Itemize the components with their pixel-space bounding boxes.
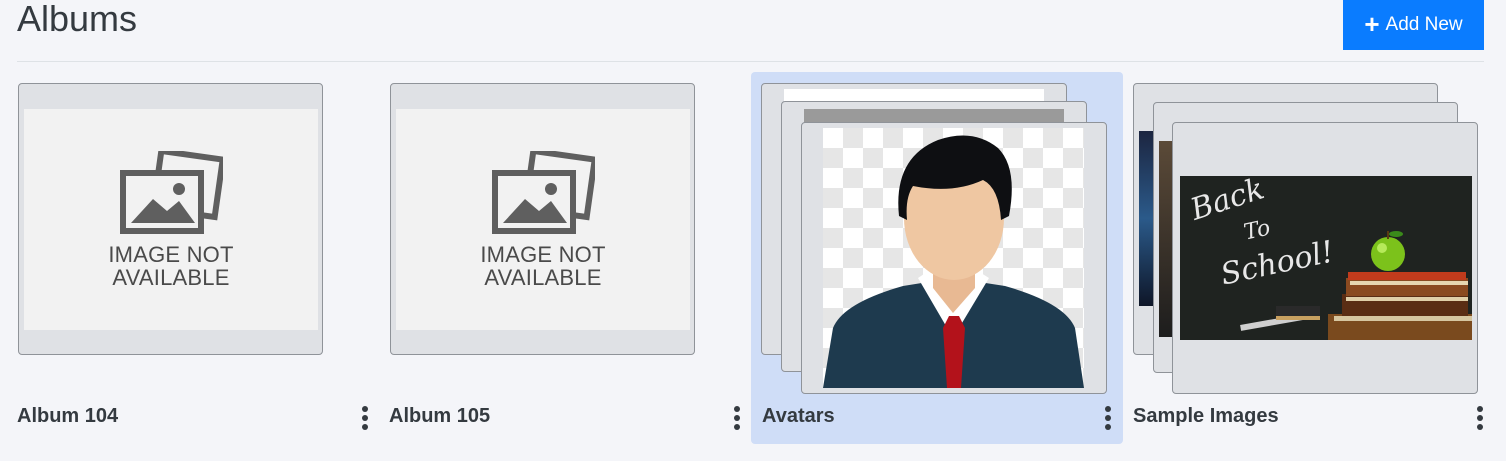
album-cover[interactable]: IMAGE NOT AVAILABLE: [18, 83, 323, 355]
image-not-available-placeholder: IMAGE NOT AVAILABLE: [24, 109, 318, 330]
picture-icon: [120, 150, 223, 234]
back-to-school-image: Back To School!: [1180, 176, 1472, 340]
more-options-icon[interactable]: [1103, 406, 1113, 430]
plus-icon: +: [1364, 9, 1380, 39]
album-name[interactable]: Album 104: [17, 405, 118, 428]
avatar-image: [823, 128, 1084, 388]
more-options-icon[interactable]: [360, 406, 370, 430]
album-name[interactable]: Sample Images: [1133, 405, 1279, 428]
add-new-label: Add New: [1385, 14, 1463, 35]
album-name[interactable]: Album 105: [389, 405, 490, 428]
more-options-icon[interactable]: [1475, 406, 1485, 430]
books-and-apple-icon: [1240, 231, 1472, 340]
picture-icon: [492, 150, 595, 234]
placeholder-text: IMAGE NOT AVAILABLE: [480, 241, 606, 290]
album-name[interactable]: Avatars: [762, 405, 835, 428]
header-divider: [17, 61, 1484, 62]
add-new-button[interactable]: + Add New: [1343, 0, 1484, 50]
image-not-available-placeholder: IMAGE NOT AVAILABLE: [396, 109, 690, 330]
album-card-104[interactable]: IMAGE NOT AVAILABLE Album 104: [17, 72, 389, 444]
person-avatar-icon: [823, 135, 1084, 388]
album-card-sample-images[interactable]: Back To School! Sample Images: [1133, 72, 1505, 444]
album-card-105[interactable]: IMAGE NOT AVAILABLE Album 105: [389, 72, 761, 444]
page-title: Albums: [17, 0, 138, 39]
placeholder-text: IMAGE NOT AVAILABLE: [108, 241, 234, 290]
more-options-icon[interactable]: [732, 406, 742, 430]
album-cover[interactable]: Back To School!: [1172, 122, 1478, 394]
album-cover[interactable]: [801, 122, 1107, 394]
album-card-avatars[interactable]: Avatars: [751, 72, 1123, 444]
album-cover[interactable]: IMAGE NOT AVAILABLE: [390, 83, 695, 355]
